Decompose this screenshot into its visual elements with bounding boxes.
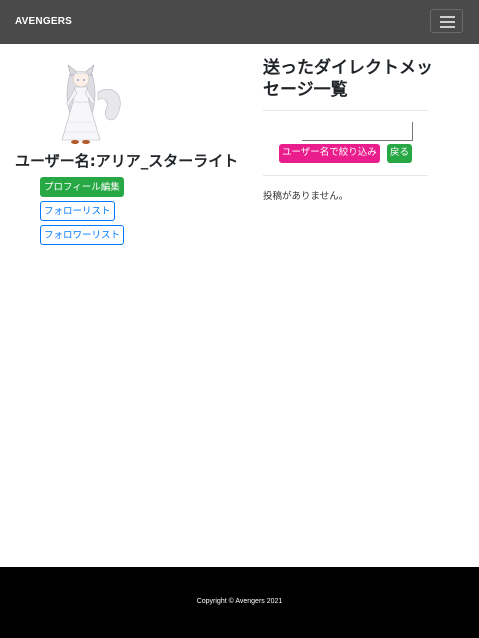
navbar-toggler-button[interactable] — [430, 9, 463, 33]
profile-username: ユーザー名:アリア_スターライト — [15, 152, 239, 170]
empty-message: 投稿がありません。 — [263, 191, 349, 202]
navbar: AVENGERS — [0, 0, 479, 44]
brand-link[interactable]: AVENGERS — [15, 16, 72, 27]
page-title: 送ったダイレクトメッセージ一覧 — [263, 58, 433, 100]
divider — [263, 175, 428, 176]
follow-list-button[interactable]: フォローリスト — [40, 201, 115, 221]
divider — [263, 110, 428, 111]
hamburger-menu-icon — [440, 16, 455, 18]
back-button[interactable]: 戻る — [387, 144, 413, 163]
edit-profile-button[interactable]: プロフィール編集 — [40, 177, 124, 197]
footer: Copyright © Avengers 2021 — [0, 567, 479, 638]
filter-by-username-button[interactable]: ユーザー名で絞り込み — [279, 144, 380, 163]
username-search-input[interactable] — [302, 122, 413, 141]
copyright-text: Copyright © Avengers 2021 — [196, 598, 283, 605]
follower-list-button[interactable]: フォロワーリスト — [40, 225, 125, 245]
avatar — [61, 64, 121, 144]
